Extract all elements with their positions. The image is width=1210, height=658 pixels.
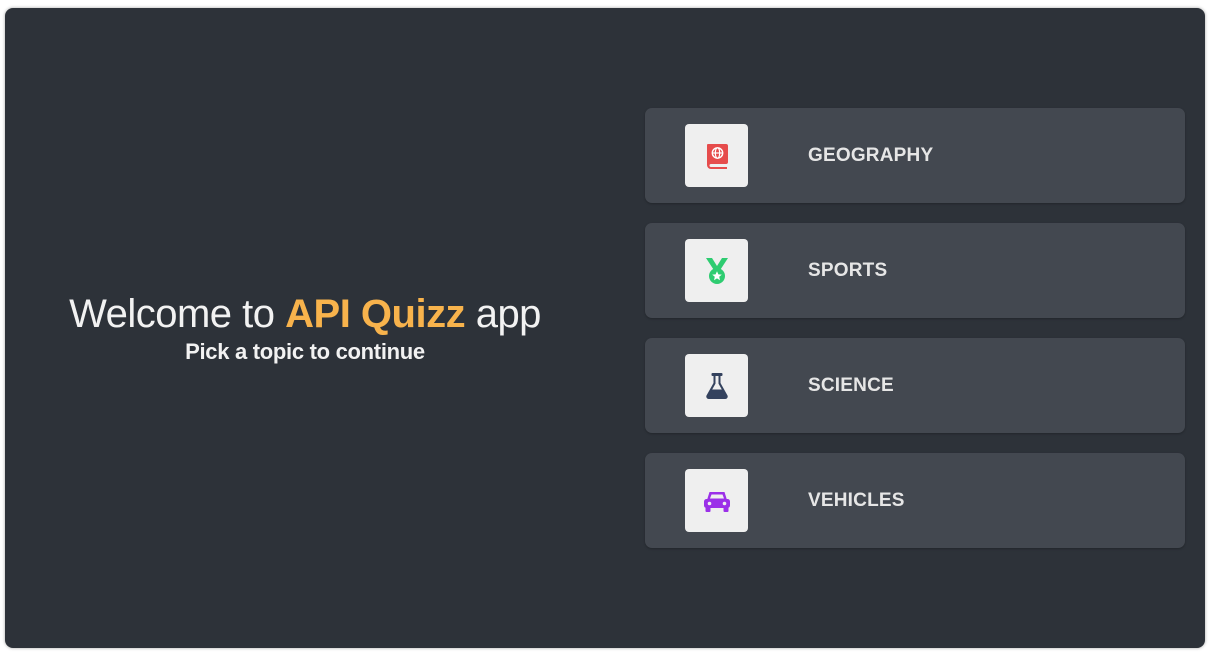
welcome-suffix: app (465, 292, 542, 336)
topic-label: SPORTS (808, 259, 888, 281)
topic-list: GEOGRAPHY SPORTS SCIENCE VEHICLES (645, 108, 1185, 568)
app-window: Welcome to API Quizz app Pick a topic to… (5, 8, 1205, 648)
welcome-prefix: Welcome to (69, 292, 286, 336)
topic-icon-tile (685, 124, 748, 187)
atlas-book-icon (706, 143, 728, 169)
topic-icon-tile (685, 354, 748, 417)
brand-name: API Quizz (285, 292, 466, 336)
car-icon (703, 491, 730, 512)
topic-label: VEHICLES (808, 489, 905, 511)
welcome-heading: Welcome to API Quizz app (69, 291, 541, 337)
topic-label: GEOGRAPHY (808, 144, 934, 166)
flask-icon (705, 372, 728, 399)
welcome-subtitle: Pick a topic to continue (185, 339, 425, 364)
topic-icon-tile (685, 239, 748, 302)
topic-vehicles-button[interactable]: VEHICLES (645, 453, 1185, 548)
topic-sports-button[interactable]: SPORTS (645, 223, 1185, 318)
topic-geography-button[interactable]: GEOGRAPHY (645, 108, 1185, 203)
topic-science-button[interactable]: SCIENCE (645, 338, 1185, 433)
welcome-panel: Welcome to API Quizz app Pick a topic to… (5, 8, 605, 648)
topic-label: SCIENCE (808, 374, 894, 396)
medal-icon (705, 257, 728, 284)
topic-icon-tile (685, 469, 748, 532)
